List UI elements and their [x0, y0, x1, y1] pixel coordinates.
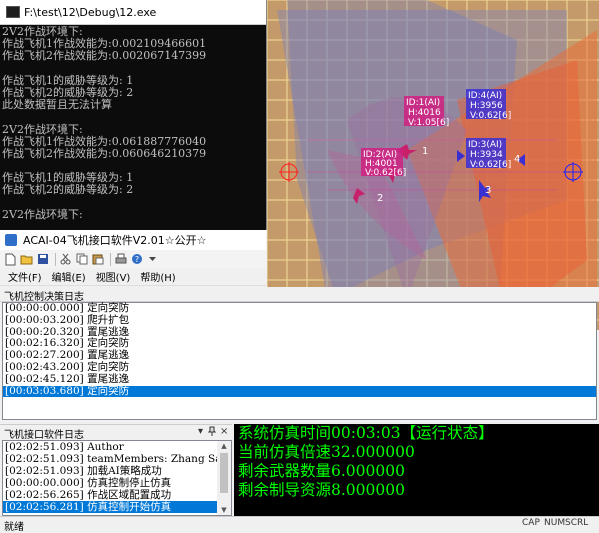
console-title-bar[interactable]: F:\test\12\Debug\12.exe: [0, 0, 266, 25]
dropdown-icon[interactable]: ▾: [198, 426, 203, 437]
console-line: 2V2作战环境下:: [2, 207, 83, 221]
cap-indicator: CAP: [522, 518, 540, 528]
red-ac1-marker: 1: [422, 146, 428, 157]
blue-ac4-marker: 4: [514, 154, 520, 165]
scroll-thumb[interactable]: [220, 453, 228, 493]
console-line: 此处数据暂且无法计算: [2, 98, 112, 112]
interface-log-row[interactable]: [02:02:51.093] 加载AI策略成功: [3, 465, 221, 477]
red-ac1-v: V:1.05[6]: [408, 118, 449, 128]
simulation-status-panel: 系统仿真时间00:03:03【运行状态】 当前仿真倍速32.000000 剩余武器数…: [234, 424, 599, 516]
console-title: F:\test\12\Debug\12.exe: [24, 5, 157, 19]
scrl-indicator: SCRL: [565, 518, 589, 528]
copy-icon[interactable]: [75, 253, 88, 266]
paste-icon[interactable]: [91, 253, 104, 266]
interface-log-title: 飞机接口软件日志: [4, 430, 84, 441]
toolbar-separator: [110, 252, 111, 266]
blue-ac3-id: ID:3(AI): [468, 140, 502, 150]
new-icon[interactable]: [4, 253, 17, 266]
svg-text:?: ?: [134, 255, 138, 264]
console-window: F:\test\12\Debug\12.exe 2V2作战环境下: 作战飞机1作战…: [0, 0, 267, 230]
menu-bar: 文件(F) 编辑(E) 视图(V) 帮助(H): [0, 268, 266, 286]
menu-file[interactable]: 文件(F): [8, 269, 42, 284]
decision-log-row[interactable]: [00:02:43.200] 定向突防: [3, 361, 596, 374]
blue-ac4-id: ID:4(AI): [468, 91, 502, 101]
blue-ac4-v: V:0.62[6]: [470, 111, 511, 121]
interface-log-header: 飞机接口软件日志 ▾ ×: [0, 424, 232, 441]
interface-log-row[interactable]: [02:02:51.093] teamMembers: Zhang San, L…: [3, 453, 221, 465]
help-icon[interactable]: ?: [130, 253, 143, 266]
save-icon[interactable]: [36, 253, 49, 266]
cut-icon[interactable]: [59, 253, 72, 266]
red-ac1-h: H:4016: [408, 108, 441, 118]
status-line: 系统仿真时间00:03:03【运行状态】: [238, 424, 494, 442]
status-line: 当前仿真倍速32.000000: [238, 443, 415, 461]
decision-log-row[interactable]: [00:00:03.200] 爬升扩包: [3, 314, 596, 327]
status-bar: 就绪 CAP NUM SCRL: [0, 516, 599, 533]
console-line: 作战飞机2作战效能为:0.002067147399: [2, 49, 207, 63]
interface-log-row[interactable]: [00:00:00.000] 仿真控制停止仿真: [3, 477, 221, 489]
scroll-up-icon[interactable]: ▲: [217, 441, 231, 451]
red-ac1-id: ID:1(AI): [406, 98, 440, 108]
dropdown-arrow-icon[interactable]: [146, 253, 159, 266]
interface-log-row[interactable]: [02:02:51.093] Author: [3, 441, 221, 453]
pin-icon[interactable]: [207, 426, 217, 439]
decision-log-title: 飞机控制决策日志: [4, 292, 84, 303]
app-logo-icon: [5, 234, 17, 246]
print-icon[interactable]: [114, 253, 127, 266]
interface-log-list[interactable]: [02:02:51.093] Author [02:02:51.093] team…: [2, 440, 232, 516]
scroll-down-icon[interactable]: ▼: [217, 505, 231, 515]
app-title-bar[interactable]: ACAI-04飞机接口软件V2.01☆公开☆: [0, 230, 266, 250]
blue-ac3-h: H:3934: [470, 150, 503, 160]
decision-log-list[interactable]: [00:00:00.000] 定向突防 [00:00:03.200] 爬升扩包 [0…: [2, 302, 597, 420]
status-line: 剩余制导资源8.000000: [238, 481, 405, 499]
console-icon: [6, 6, 20, 18]
red-ac2-marker: 2: [377, 193, 383, 204]
red-ac2-v: V:0.62[6]: [365, 168, 406, 178]
console-line: 2V2作战环境下:: [2, 122, 83, 136]
menu-edit[interactable]: 编辑(E): [52, 269, 86, 284]
blue-ac4-h: H:3956: [470, 101, 503, 111]
open-icon[interactable]: [20, 253, 33, 266]
blue-ac3-v: V:0.62[6]: [470, 160, 511, 170]
decision-log-row[interactable]: [00:03:03.680] 定向突防: [3, 385, 596, 398]
toolbar: ?: [0, 250, 266, 268]
toolbar-separator: [55, 252, 56, 266]
menu-help[interactable]: 帮助(H): [140, 269, 175, 284]
interface-log-scrollbar[interactable]: ▲ ▼: [217, 441, 231, 515]
num-indicator: NUM: [544, 518, 566, 528]
interface-log-row[interactable]: [02:02:56.265] 作战区域配置成功: [3, 489, 221, 501]
close-icon[interactable]: ×: [220, 426, 228, 437]
app-title: ACAI-04飞机接口软件V2.01☆公开☆: [23, 234, 207, 247]
decision-log-header: 飞机控制决策日志: [0, 287, 599, 303]
console-output[interactable]: 2V2作战环境下: 作战飞机1作战效能为:0.002109466601 作战飞机2作…: [2, 26, 264, 230]
simulation-view[interactable]: ID:1(AI) H:4016 V:1.05[6] ID:2(AI) H:400…: [267, 0, 599, 330]
console-line: 作战飞机2作战效能为:0.060646210379: [2, 146, 207, 160]
status-line: 剩余武器数量6.000000: [238, 462, 405, 480]
interface-log-row[interactable]: [02:02:56.281] 仿真控制开始仿真: [3, 501, 221, 513]
console-line: 作战飞机2的威胁等级为: 2: [2, 183, 134, 197]
blue-ac3-marker: 3: [485, 185, 491, 196]
decision-log-row[interactable]: [00:02:45.120] 置尾逃逸: [3, 373, 596, 386]
menu-view[interactable]: 视图(V): [96, 269, 131, 284]
